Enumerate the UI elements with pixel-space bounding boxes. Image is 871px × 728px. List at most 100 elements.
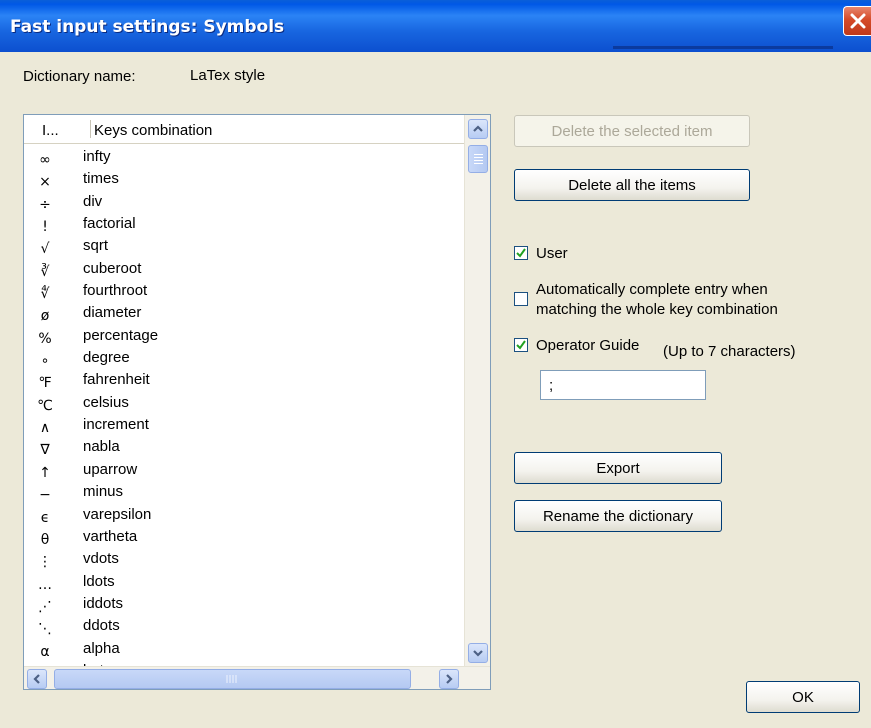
dialog-body: Dictionary name: LaTex style I... Keys c… — [0, 52, 871, 728]
list-item[interactable]: ∛ cuberoot — [24, 260, 464, 282]
list-item[interactable]: ∇ nabla — [24, 438, 464, 460]
list-item-key: div — [83, 192, 103, 210]
operator-guide-checkbox[interactable] — [514, 338, 528, 352]
symbols-list[interactable]: I... Keys combination ∞ infty × times ÷ div! f… — [23, 114, 491, 690]
list-item[interactable]: ℉ fahrenheit — [24, 371, 464, 393]
close-button[interactable] — [843, 6, 871, 36]
list-item[interactable]: ⋮ vdots — [24, 550, 464, 572]
list-item-key: percentage — [83, 326, 159, 344]
list-item-symbol: ⋰ — [38, 598, 52, 615]
list-item-symbol: ∧ — [39, 420, 51, 437]
title-bar[interactable]: Fast input settings: Symbols — [0, 0, 871, 52]
list-item-symbol: ∛ — [40, 263, 50, 280]
list-item-symbol: ⋱ — [38, 621, 52, 638]
ok-button[interactable]: OK — [746, 681, 860, 713]
list-item-key: minus — [83, 483, 124, 501]
list-item-symbol: ℃ — [37, 397, 53, 414]
list-item-symbol: ÷ — [39, 196, 51, 213]
operator-guide-hint: (Up to 7 characters) — [663, 343, 796, 360]
list-item-symbol: ϵ — [40, 509, 50, 526]
list-item[interactable]: ϵ varepsilon — [24, 506, 464, 528]
auto-complete-label-line2: matching the whole key combination — [536, 301, 778, 318]
grip-icon — [226, 675, 237, 683]
list-item-key: vdots — [83, 550, 119, 568]
close-icon — [850, 13, 866, 29]
list-item[interactable]: ! factorial — [24, 215, 464, 237]
list-item[interactable]: ÷ div — [24, 193, 464, 215]
list-item-symbol: − — [39, 487, 51, 504]
horizontal-scrollbar[interactable] — [24, 666, 490, 689]
delete-selected-button[interactable]: Delete the selected item — [514, 115, 750, 147]
scroll-down-button[interactable] — [468, 643, 488, 663]
list-item[interactable]: ⋱ ddots — [24, 617, 464, 639]
list-item[interactable]: ∞ infty — [24, 148, 464, 170]
column-header-keys[interactable]: Keys combination — [94, 122, 212, 139]
list-item-key: ddots — [83, 617, 120, 635]
delete-all-button[interactable]: Delete all the items — [514, 169, 750, 201]
scroll-right-button[interactable] — [439, 669, 459, 689]
list-item[interactable]: ↑ uparrow — [24, 461, 464, 483]
list-item-symbol: √ — [40, 241, 50, 258]
list-item[interactable]: ø diameter — [24, 304, 464, 326]
list-item[interactable]: ⋰ iddots — [24, 595, 464, 617]
list-item[interactable]: × times — [24, 170, 464, 192]
list-item[interactable]: ∜ fourthroot — [24, 282, 464, 304]
user-checkbox[interactable] — [514, 246, 528, 260]
rename-dictionary-button[interactable]: Rename the dictionary — [514, 500, 722, 532]
arrow-right-icon — [446, 674, 453, 684]
list-rows: ∞ infty × times ÷ div! factorial √ sqrt ∛ cuberoot… — [24, 148, 464, 684]
dictionary-name-label: Dictionary name: — [23, 68, 136, 85]
list-item[interactable]: ∘ degree — [24, 349, 464, 371]
list-item[interactable]: ∧ increment — [24, 416, 464, 438]
list-item-symbol: % — [38, 330, 52, 347]
list-item-symbol: ↑ — [39, 464, 51, 481]
list-item-key: infty — [83, 148, 111, 165]
list-item-symbol: ⋮ — [38, 554, 52, 571]
list-item-key: iddots — [83, 594, 124, 612]
auto-complete-checkbox[interactable] — [514, 292, 528, 306]
list-item[interactable]: … ldots — [24, 573, 464, 595]
list-item-key: times — [83, 170, 119, 188]
window-title: Fast input settings: Symbols — [10, 17, 285, 37]
list-item-symbol: ∞ — [39, 152, 51, 168]
list-item[interactable]: α alpha — [24, 640, 464, 662]
horizontal-scroll-thumb[interactable] — [54, 669, 411, 689]
list-item-key: fahrenheit — [83, 371, 150, 389]
export-button[interactable]: Export — [514, 452, 722, 484]
scroll-left-button[interactable] — [27, 669, 47, 689]
check-icon — [516, 248, 526, 258]
list-item-key: factorial — [83, 215, 136, 233]
vertical-scrollbar[interactable] — [464, 115, 490, 666]
vertical-scroll-thumb[interactable] — [468, 145, 488, 173]
list-item-key: sqrt — [83, 237, 109, 255]
column-separator[interactable] — [90, 120, 91, 138]
arrow-up-icon — [473, 125, 483, 132]
operator-guide-input[interactable]: ; — [540, 370, 706, 400]
list-item-symbol: ∜ — [40, 286, 50, 303]
list-item-key: celsius — [83, 393, 129, 411]
list-item-key: vartheta — [83, 527, 138, 545]
list-item-symbol: × — [39, 174, 51, 191]
list-item-key: cuberoot — [83, 259, 142, 277]
list-item-symbol: ℉ — [38, 375, 52, 392]
list-item-key: fourthroot — [83, 282, 148, 300]
list-item[interactable]: − minus — [24, 483, 464, 505]
list-item-symbol: … — [38, 576, 52, 593]
list-item[interactable]: % percentage — [24, 327, 464, 349]
auto-complete-label-line1: Automatically complete entry when — [536, 281, 768, 298]
list-item[interactable]: θ vartheta — [24, 528, 464, 550]
scroll-up-button[interactable] — [468, 119, 488, 139]
list-item-symbol: α — [40, 643, 50, 660]
list-item[interactable]: √ sqrt — [24, 237, 464, 259]
arrow-down-icon — [473, 650, 483, 657]
list-item-symbol: ! — [42, 219, 48, 236]
list-item[interactable]: ℃ celsius — [24, 394, 464, 416]
arrow-left-icon — [33, 674, 40, 684]
list-item-key: alpha — [83, 639, 120, 657]
list-item-symbol: θ — [40, 531, 50, 548]
list-header: I... Keys combination — [24, 115, 464, 144]
column-header-symbol[interactable]: I... — [42, 122, 59, 139]
list-item-key: uparrow — [83, 460, 138, 478]
list-item-key: degree — [83, 349, 130, 367]
dictionary-name-value: LaTex style — [190, 67, 266, 84]
